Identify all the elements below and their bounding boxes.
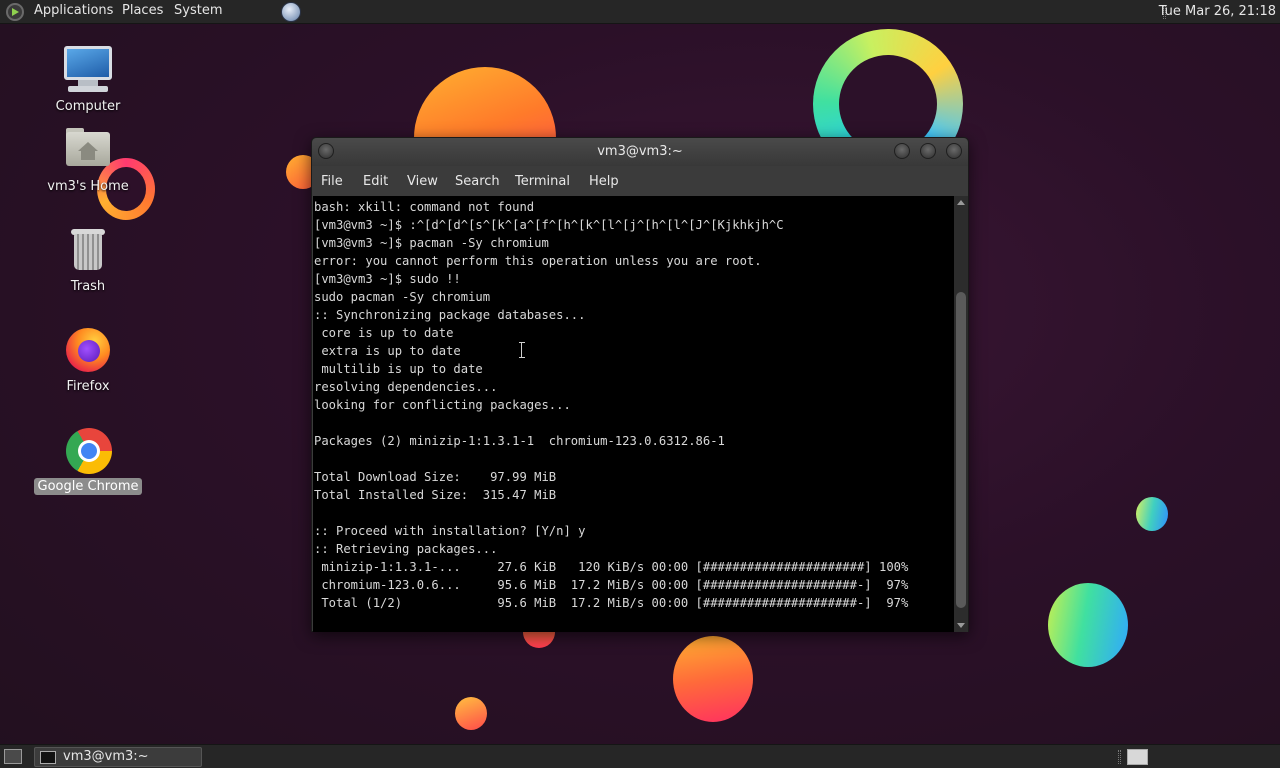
maximize-button[interactable] (920, 143, 936, 159)
menu-edit[interactable]: Edit (363, 174, 388, 189)
terminal-line: Total Installed Size: 315.47 MiB (314, 488, 557, 502)
desktop-icon-label: Google Chrome (33, 478, 143, 495)
terminal-line: minizip-1:1.3.1-... 27.6 KiB 120 KiB/s 0… (314, 560, 909, 574)
home-folder-icon (64, 126, 112, 174)
terminal-line: Total (1/2) 95.6 MiB 17.2 MiB/s 00:00 [#… (314, 596, 909, 610)
terminal-line: resolving dependencies... (314, 380, 498, 394)
bottom-panel: vm3@vm3:~ (0, 744, 1280, 768)
scroll-down-arrow-icon[interactable] (957, 623, 965, 628)
desktop-icon-label: Trash (70, 279, 106, 294)
workspace-switcher-icon[interactable] (1127, 749, 1148, 765)
terminal-line: :: Retrieving packages... (314, 542, 498, 556)
desktop-icon-trash[interactable]: Trash (33, 226, 143, 295)
text-cursor-icon (519, 342, 525, 358)
wallpaper-small-green-blue-circle (1136, 497, 1168, 531)
scrollbar-thumb[interactable] (956, 292, 966, 608)
terminal-line: [vm3@vm3 ~]$ :^[d^[d^[s^[k^[a^[f^[h^[k^[… (314, 218, 784, 232)
wallpaper-green-blue-circle (1048, 583, 1128, 667)
distro-logo-icon[interactable] (6, 3, 24, 21)
trash-icon (64, 226, 112, 274)
top-panel: Applications Places System Tue Mar 26, 2… (0, 0, 1280, 24)
desktop-icon-home[interactable]: vm3's Home (33, 126, 143, 195)
menu-search[interactable]: Search (455, 174, 500, 189)
menu-file[interactable]: File (321, 174, 343, 189)
computer-icon (64, 46, 112, 94)
scroll-up-arrow-icon[interactable] (957, 200, 965, 205)
terminal-scrollbar[interactable] (954, 196, 968, 632)
terminal-line: chromium-123.0.6... 95.6 MiB 17.2 MiB/s … (314, 578, 909, 592)
desktop-icon-label: Firefox (66, 379, 110, 394)
terminal-window[interactable]: vm3@vm3:~ File Edit View Search Terminal… (311, 137, 969, 632)
terminal-line: core is up to date (314, 326, 454, 340)
wallpaper-tiny-orange-circle (455, 697, 487, 730)
menu-view[interactable]: View (407, 174, 438, 189)
firefox-icon (64, 326, 112, 374)
terminal-line: multilib is up to date (314, 362, 483, 376)
system-menu[interactable]: System (174, 3, 222, 18)
desktop-icon-firefox[interactable]: Firefox (33, 326, 143, 395)
chrome-icon (64, 426, 112, 474)
menu-help[interactable]: Help (589, 174, 619, 189)
web-browser-launcher-icon[interactable] (281, 2, 301, 22)
show-desktop-icon[interactable] (4, 749, 22, 764)
terminal-line: error: you cannot perform this operation… (314, 254, 762, 268)
clock[interactable]: Tue Mar 26, 21:18 (1159, 4, 1276, 19)
terminal-icon (40, 751, 56, 764)
applications-menu[interactable]: Applications (34, 3, 113, 18)
terminal-line: sudo pacman -Sy chromium (314, 290, 491, 304)
terminal-line: :: Synchronizing package databases... (314, 308, 586, 322)
panel-handle (1118, 750, 1121, 764)
terminal-line: [vm3@vm3 ~]$ pacman -Sy chromium (314, 236, 549, 250)
terminal-line: looking for conflicting packages... (314, 398, 571, 412)
wallpaper-orange-circle-bottom (673, 636, 753, 722)
terminal-line: Packages (2) minizip-1:1.3.1-1 chromium-… (314, 434, 725, 448)
menu-terminal[interactable]: Terminal (515, 174, 570, 189)
places-menu[interactable]: Places (122, 3, 163, 18)
terminal-line: Total Download Size: 97.99 MiB (314, 470, 557, 484)
terminal-line: [vm3@vm3 ~]$ sudo !! (314, 272, 461, 286)
close-button[interactable] (946, 143, 962, 159)
desktop-icon-label: vm3's Home (47, 179, 129, 194)
desktop-icon-google-chrome[interactable]: Google Chrome (33, 426, 143, 495)
terminal-line: extra is up to date (314, 344, 461, 358)
taskbar-button-label: vm3@vm3:~ (63, 749, 149, 764)
desktop-icon-computer[interactable]: Computer (33, 46, 143, 115)
terminal-line: :: Proceed with installation? [Y/n] y (314, 524, 586, 538)
terminal-text: bash: xkill: command not found [vm3@vm3 ~… (314, 198, 908, 612)
terminal-line: bash: xkill: command not found (314, 200, 535, 214)
desktop-icon-label: Computer (55, 99, 121, 114)
terminal-output[interactable]: bash: xkill: command not found [vm3@vm3 ~… (313, 196, 954, 632)
window-title: vm3@vm3:~ (597, 144, 683, 159)
minimize-button[interactable] (894, 143, 910, 159)
taskbar-button-terminal[interactable]: vm3@vm3:~ (34, 747, 202, 767)
terminal-menubar: File Edit View Search Terminal Help (312, 168, 968, 195)
terminal-titlebar[interactable]: vm3@vm3:~ (312, 138, 968, 166)
